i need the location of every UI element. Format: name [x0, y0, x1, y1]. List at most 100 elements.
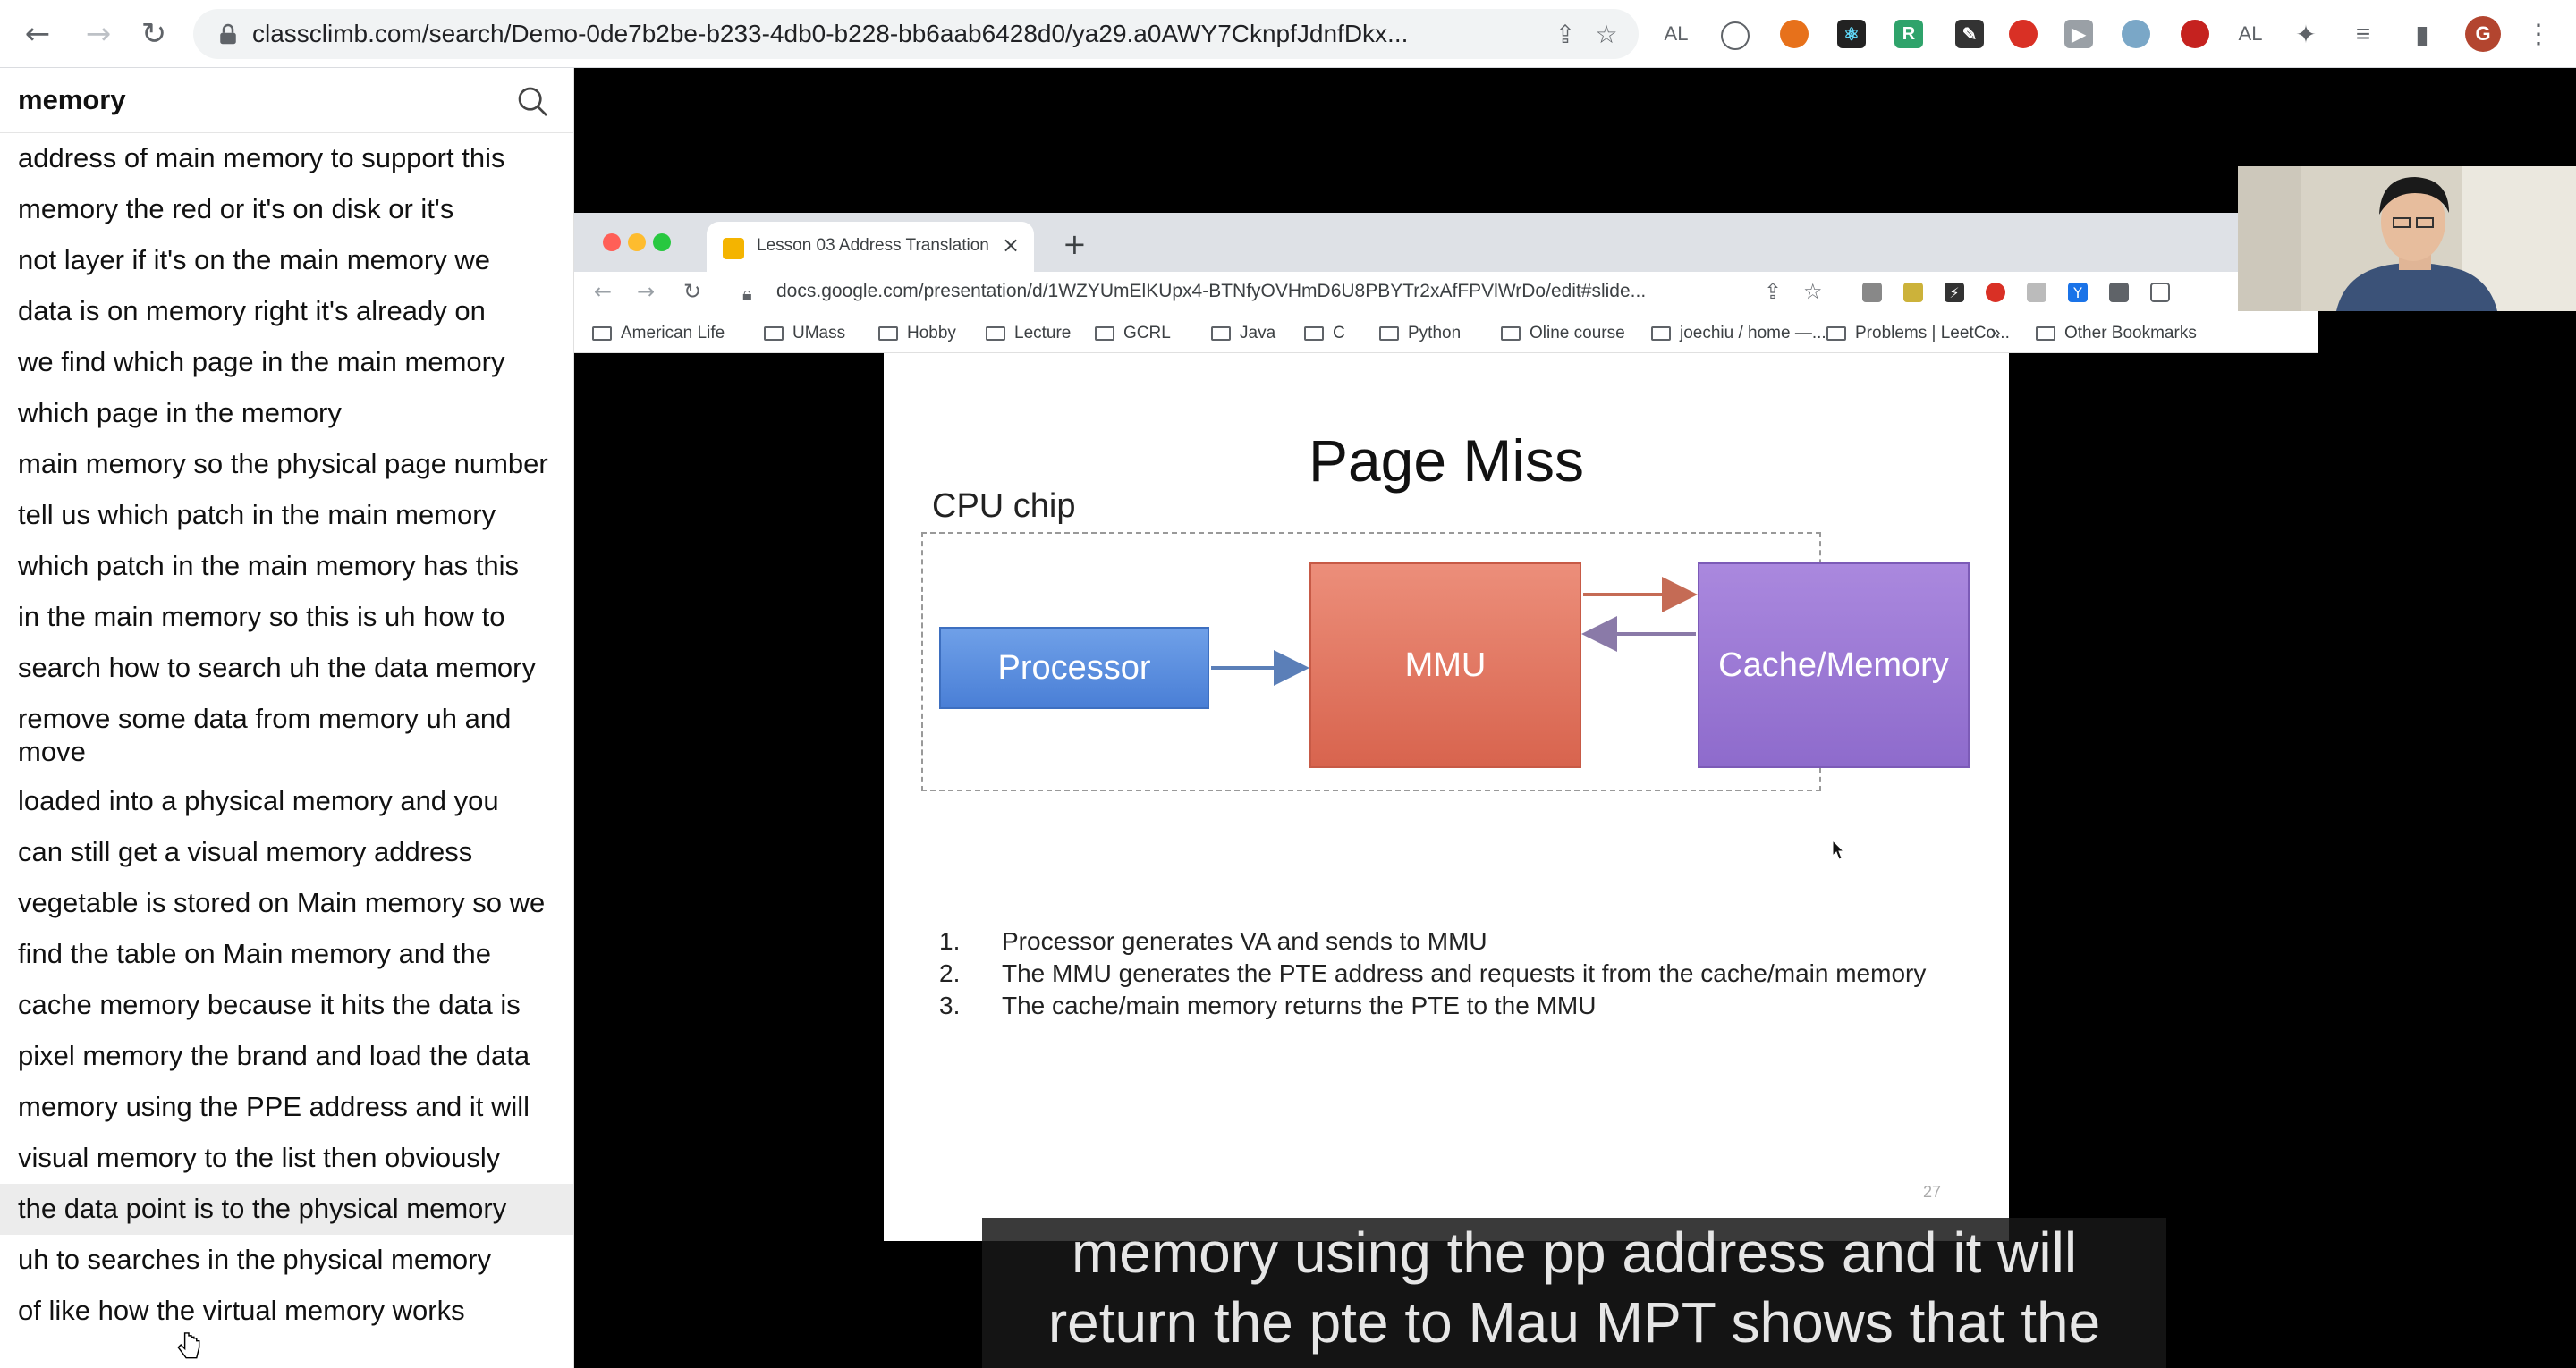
- transcript-result-item[interactable]: address of main memory to support this: [0, 133, 573, 184]
- media-queue-icon[interactable]: ≡: [2349, 20, 2377, 48]
- recorded-browser-window: Lesson 03 Address Translation × + ← → ↻ …: [574, 213, 2318, 1241]
- bookmark-label: Java: [1240, 324, 1276, 342]
- address-bar[interactable]: classclimb.com/search/Demo-0de7b2be-b233…: [193, 9, 1639, 59]
- hand-cursor-icon: [177, 1332, 200, 1359]
- bookmark-item: Python: [1379, 324, 1461, 343]
- extension-al2-text[interactable]: AL: [2236, 20, 2265, 48]
- lecture-video[interactable]: Lesson 03 Address Translation × + ← → ↻ …: [574, 68, 2576, 1368]
- recorded-toolbar: ← → ↻ 🔒︎ docs.google.com/presentation/d/…: [574, 272, 2318, 315]
- folder-icon: [1826, 326, 1846, 341]
- back-button[interactable]: ←: [18, 14, 57, 54]
- recorded-tab-bar: Lesson 03 Address Translation × +: [574, 213, 2318, 272]
- transcript-result-item[interactable]: in the main memory so this is uh how to: [0, 592, 573, 643]
- presentation-slide: Page Miss CPU chip Processor MMU Cache/M…: [884, 353, 2009, 1241]
- transcript-result-item[interactable]: remove some data from memory uh and move: [0, 694, 573, 776]
- bookmark-item: joechiu / home —...: [1651, 324, 1826, 343]
- transcript-result-item[interactable]: not layer if it's on the main memory we: [0, 235, 573, 286]
- react-devtools-icon[interactable]: ⚛: [1837, 20, 1866, 48]
- video-captions: memory using the pp address and it will …: [982, 1218, 2166, 1368]
- transcript-result-item[interactable]: can still get a visual memory address: [0, 827, 573, 878]
- bookmark-label: Oline course: [1530, 324, 1625, 342]
- transcript-result-item[interactable]: cache memory because it hits the data is: [0, 980, 573, 1031]
- bookmark-label: joechiu / home —...: [1680, 324, 1826, 342]
- side-panel-icon[interactable]: ▮: [2408, 20, 2436, 48]
- transcript-result-item[interactable]: the data point is to the physical memory: [0, 1184, 573, 1235]
- extension-al-text[interactable]: AL: [1662, 20, 1690, 48]
- transcript-result-item[interactable]: which patch in the main memory has this: [0, 541, 573, 592]
- caption-line-1: memory using the pp address and it will: [1071, 1220, 2078, 1285]
- bookmarks-bar: American Life UMass Hobby Lecture GCRL Java C P…: [574, 315, 2318, 353]
- bookmark-item: C: [1304, 324, 1345, 343]
- caption-line-2: return the pte to Mau MPT shows that the: [1047, 1290, 2101, 1355]
- extension-orange-icon[interactable]: [1780, 20, 1809, 48]
- transcript-result-item[interactable]: pixel memory the brand and load the data: [0, 1031, 573, 1082]
- bookmark-item: Problems | LeetCo...: [1826, 324, 2010, 343]
- chrome-menu-icon[interactable]: ⋮: [2524, 20, 2553, 49]
- transcript-result-item[interactable]: which page in the memory: [0, 388, 573, 439]
- transcript-result-item[interactable]: find the table on Main memory and the: [0, 929, 573, 980]
- step-text: The MMU generates the PTE address and re…: [1002, 959, 1927, 987]
- forward-arrow-icon: →: [637, 279, 656, 304]
- transcript-result-item[interactable]: of like how the virtual memory works: [0, 1286, 573, 1337]
- search-results-list: address of main memory to support this me…: [0, 133, 573, 1337]
- extensions-puzzle-icon[interactable]: ✦: [2292, 20, 2320, 48]
- transcript-result-item[interactable]: visual memory to the list then obviously: [0, 1133, 573, 1184]
- ext-puzzle-icon: [2109, 283, 2129, 302]
- bookmark-label: GCRL: [1123, 324, 1171, 342]
- extension-red-icon[interactable]: [2009, 20, 2038, 48]
- search-icon[interactable]: [515, 84, 551, 120]
- step-number: 1.: [939, 927, 961, 955]
- bookmark-item: Java: [1211, 324, 1275, 343]
- folder-icon: [2036, 326, 2055, 341]
- close-window-dot: [603, 233, 621, 251]
- slides-icon: [723, 238, 744, 259]
- pen-extension-icon[interactable]: ✎: [1955, 20, 1984, 48]
- ext-shield-icon: [1862, 283, 1882, 302]
- bookmark-label: Problems | LeetCo...: [1855, 324, 2010, 342]
- record-extension-icon[interactable]: [2181, 20, 2209, 48]
- browser-toolbar: ← → ↻ classclimb.com/search/Demo-0de7b2b…: [0, 0, 2576, 68]
- bookmark-item: Oline course: [1501, 324, 1625, 343]
- step-list: 1. Processor generates VA and sends to MM…: [939, 925, 1926, 1022]
- step-item: 1. Processor generates VA and sends to MM…: [939, 925, 1926, 958]
- transcript-result-item[interactable]: data is on memory right it's already on: [0, 286, 573, 337]
- search-input[interactable]: [18, 80, 501, 120]
- ext-bolt-icon: ⚡︎: [1945, 283, 1964, 302]
- mouse-pointer-icon: [1832, 840, 1844, 860]
- play-extension-icon[interactable]: ▶: [2064, 20, 2093, 48]
- transcript-search-panel: address of main memory to support thisme…: [0, 68, 574, 1368]
- url-text: classclimb.com/search/Demo-0de7b2be-b233…: [252, 20, 1409, 47]
- recorded-tab-title: Lesson 03 Address Translation: [757, 236, 989, 255]
- transcript-result-item[interactable]: loaded into a physical memory and you: [0, 776, 573, 827]
- recorded-url: docs.google.com/presentation/d/1WZYUmElK…: [776, 281, 1647, 301]
- folder-icon: [1304, 326, 1324, 341]
- folder-icon: [1211, 326, 1231, 341]
- extension-circle-icon[interactable]: [1721, 21, 1750, 50]
- bookmark-item: Hobby: [878, 324, 956, 343]
- step-number: 3.: [939, 992, 961, 1019]
- bookmark-label: Python: [1408, 324, 1462, 342]
- share-icon: ⇪: [1764, 279, 1783, 304]
- minimize-window-dot: [628, 233, 646, 251]
- eye-extension-icon[interactable]: [2122, 20, 2150, 48]
- reload-button[interactable]: ↻: [134, 14, 174, 54]
- lock-icon: 🔒︎: [742, 283, 752, 304]
- recorded-tab: Lesson 03 Address Translation ×: [707, 222, 1034, 272]
- transcript-result-item[interactable]: uh to searches in the physical memory: [0, 1235, 573, 1286]
- transcript-result-item[interactable]: we find which page in the main memory: [0, 337, 573, 388]
- flow-arrows: [1211, 577, 1698, 686]
- transcript-result-item[interactable]: memory using the PPE address and it will: [0, 1082, 573, 1133]
- folder-icon: [1651, 326, 1671, 341]
- transcript-result-item[interactable]: search how to search uh the data memory: [0, 643, 573, 694]
- transcript-result-item[interactable]: vegetable is stored on Main memory so we: [0, 878, 573, 929]
- share-icon[interactable]: ⇪: [1551, 20, 1580, 49]
- transcript-result-item[interactable]: memory the red or it's on disk or it's: [0, 184, 573, 235]
- bookmark-item: Other Bookmarks: [2036, 324, 2197, 343]
- extension-r-icon[interactable]: R: [1894, 20, 1923, 48]
- transcript-result-item[interactable]: tell us which patch in the main memory: [0, 490, 573, 541]
- bookmark-star-icon[interactable]: ☆: [1592, 20, 1621, 49]
- transcript-result-item[interactable]: main memory so the physical page number: [0, 439, 573, 490]
- profile-avatar[interactable]: G: [2465, 16, 2501, 52]
- forward-button[interactable]: →: [79, 14, 118, 54]
- webcam-video: [2238, 166, 2576, 311]
